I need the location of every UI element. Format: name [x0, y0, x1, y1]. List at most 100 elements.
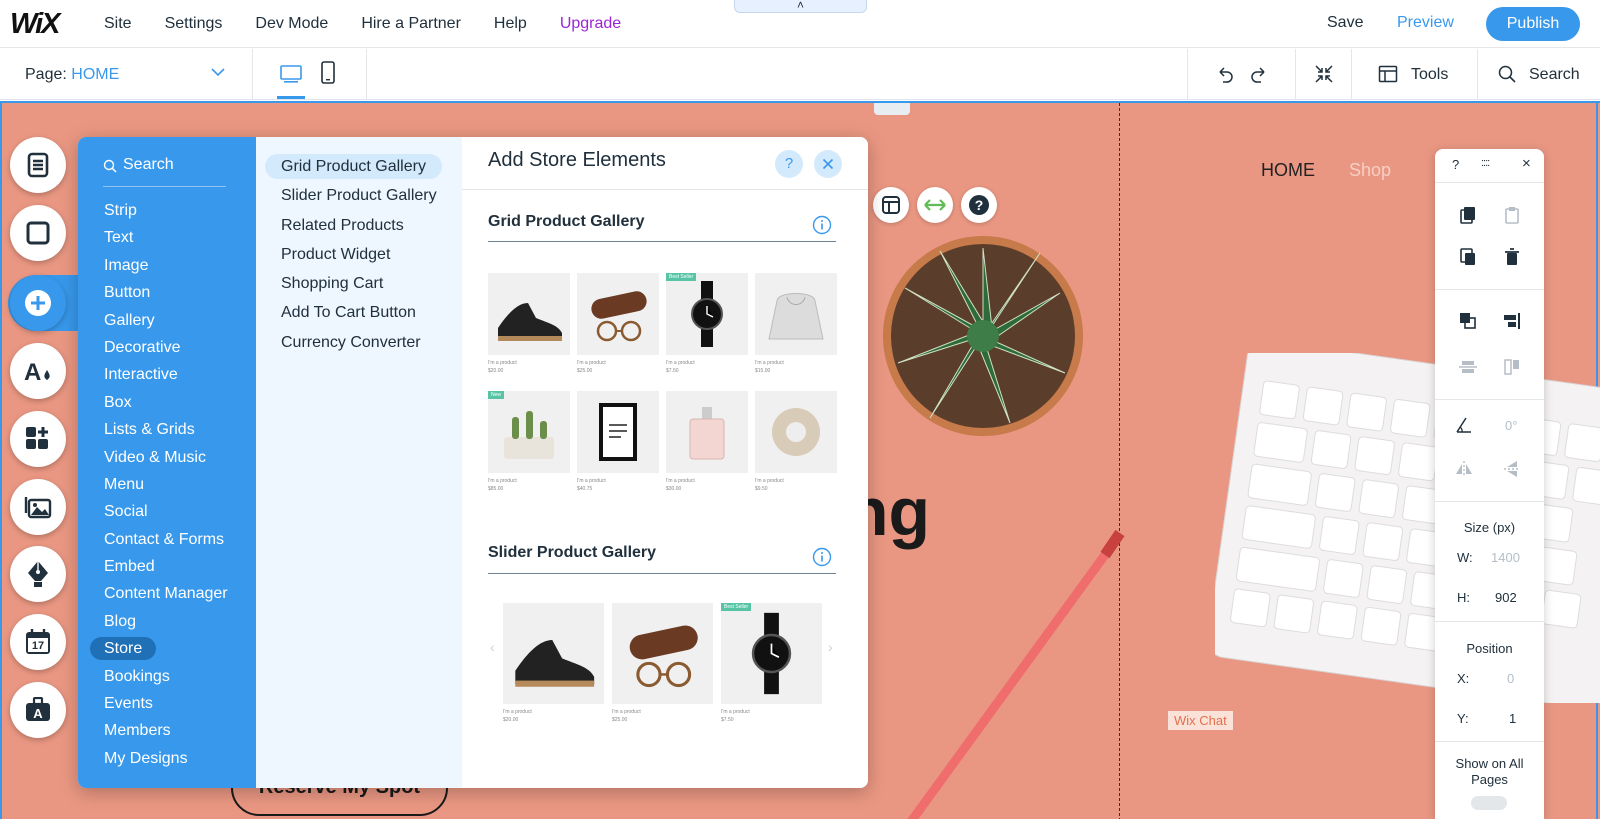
- delete-icon[interactable]: [1502, 247, 1522, 267]
- wix-logo[interactable]: WiX: [10, 8, 61, 41]
- category-embed[interactable]: Embed: [104, 553, 228, 580]
- search-button[interactable]: Search: [1529, 66, 1580, 84]
- menu-upgrade[interactable]: Upgrade: [560, 15, 621, 33]
- panel-close-button[interactable]: ×: [1522, 155, 1531, 172]
- align-icon[interactable]: [1502, 311, 1522, 331]
- help-icon[interactable]: ?: [961, 187, 997, 223]
- rotation-value[interactable]: 0°: [1505, 418, 1517, 433]
- subcategory-slider-product-gallery[interactable]: Slider Product Gallery: [267, 182, 442, 211]
- distribute-icon[interactable]: [1458, 357, 1478, 377]
- wix-chat-label[interactable]: Wix Chat: [1168, 711, 1233, 730]
- redo-icon[interactable]: [1249, 64, 1269, 84]
- menu-settings[interactable]: Settings: [165, 15, 223, 33]
- mobile-view-icon[interactable]: [319, 61, 337, 85]
- subcategory-grid-product-gallery[interactable]: Grid Product Gallery: [265, 153, 442, 182]
- category-video-music[interactable]: Video & Music: [104, 444, 228, 471]
- publish-button[interactable]: Publish: [1486, 7, 1580, 41]
- y-input[interactable]: 1: [1509, 711, 1516, 726]
- category-button[interactable]: Button: [104, 279, 228, 306]
- product-caption: I'm a product $25.00: [612, 709, 641, 723]
- arrange-icon[interactable]: [1458, 311, 1478, 331]
- category-interactive[interactable]: Interactive: [104, 361, 228, 388]
- bookings-tool[interactable]: 17: [10, 614, 66, 670]
- subcategory-currency-converter[interactable]: Currency Converter: [267, 329, 442, 358]
- site-nav-shop[interactable]: Shop: [1349, 160, 1391, 181]
- stretch-handle[interactable]: [874, 103, 910, 115]
- stretch-icon[interactable]: [917, 187, 953, 223]
- category-my-designs[interactable]: My Designs: [104, 745, 228, 772]
- match-size-icon[interactable]: [1502, 357, 1522, 377]
- category-menu[interactable]: Menu: [104, 471, 228, 498]
- width-input[interactable]: 1400: [1491, 550, 1520, 565]
- my-business-tool[interactable]: A: [10, 682, 66, 738]
- height-input[interactable]: 902: [1495, 590, 1517, 605]
- rotate-icon[interactable]: [1454, 415, 1474, 435]
- category-members[interactable]: Members: [104, 717, 228, 744]
- category-content-manager[interactable]: Content Manager: [104, 580, 228, 607]
- panel-help-button[interactable]: ?: [775, 150, 803, 178]
- panel-search-input[interactable]: Search: [103, 153, 226, 187]
- x-input[interactable]: 0: [1507, 671, 1514, 686]
- category-box[interactable]: Box: [104, 389, 228, 416]
- media-tool[interactable]: [10, 479, 66, 535]
- flip-vertical-icon[interactable]: [1502, 459, 1522, 479]
- paste-icon[interactable]: [1502, 205, 1522, 225]
- show-on-all-pages-toggle[interactable]: [1471, 796, 1507, 810]
- preview-button[interactable]: Preview: [1397, 14, 1454, 32]
- copy-icon[interactable]: [1458, 205, 1478, 225]
- page-selector[interactable]: Page: HOME: [25, 66, 119, 84]
- chevron-down-icon[interactable]: [210, 64, 226, 80]
- layout-icon[interactable]: [873, 187, 909, 223]
- divider: [252, 49, 253, 100]
- pages-tool[interactable]: [10, 137, 66, 193]
- menu-help[interactable]: Help: [494, 15, 527, 33]
- subcategory-add-to-cart-button[interactable]: Add To Cart Button: [267, 299, 442, 328]
- flip-horizontal-icon[interactable]: [1454, 459, 1474, 479]
- undo-icon[interactable]: [1215, 64, 1235, 84]
- add-tool[interactable]: [10, 275, 66, 331]
- info-icon[interactable]: [812, 215, 832, 235]
- collapse-topbar-button[interactable]: ˄: [734, 0, 867, 13]
- app-market-tool[interactable]: [10, 411, 66, 467]
- category-gallery[interactable]: Gallery: [104, 307, 228, 334]
- category-contact-forms[interactable]: Contact & Forms: [104, 526, 228, 553]
- menu-hire-a-partner[interactable]: Hire a Partner: [361, 15, 461, 33]
- subcategory-related-products[interactable]: Related Products: [267, 212, 442, 241]
- design-tool[interactable]: A: [10, 343, 66, 399]
- save-button[interactable]: Save: [1327, 14, 1363, 32]
- blog-tool[interactable]: [10, 546, 66, 602]
- subcategory-shopping-cart[interactable]: Shopping Cart: [267, 270, 442, 299]
- subcategory-product-widget[interactable]: Product Widget: [267, 241, 442, 270]
- pen-icon: [28, 561, 48, 587]
- site-nav-home[interactable]: HOME: [1261, 160, 1315, 181]
- panel-help-button[interactable]: ?: [1452, 157, 1459, 172]
- category-decorative[interactable]: Decorative: [104, 334, 228, 361]
- drag-handle[interactable]: ::::: [1481, 157, 1490, 169]
- category-strip[interactable]: Strip: [104, 197, 228, 224]
- tools-icon[interactable]: [1378, 64, 1398, 84]
- category-events[interactable]: Events: [104, 690, 228, 717]
- category-text[interactable]: Text: [104, 224, 228, 251]
- product-caption: I'm a product $20.00: [503, 709, 532, 723]
- category-lists-grids[interactable]: Lists & Grids: [104, 416, 228, 443]
- zoom-out-icon[interactable]: [1314, 64, 1334, 84]
- menu-site[interactable]: Site: [104, 15, 132, 33]
- y-label: Y:: [1457, 711, 1469, 726]
- category-bookings[interactable]: Bookings: [104, 663, 228, 690]
- height-label: H:: [1457, 590, 1470, 605]
- menu-dev-mode[interactable]: Dev Mode: [255, 15, 328, 33]
- pages-icon: [27, 152, 49, 178]
- search-icon[interactable]: [1497, 64, 1517, 84]
- category-store[interactable]: Store: [90, 635, 228, 662]
- info-icon[interactable]: [812, 547, 832, 567]
- category-social[interactable]: Social: [104, 498, 228, 525]
- tools-button[interactable]: Tools: [1411, 66, 1448, 84]
- background-tool[interactable]: [10, 205, 66, 261]
- desktop-view-icon[interactable]: [280, 63, 302, 85]
- divider: [1351, 49, 1352, 100]
- category-blog[interactable]: Blog: [104, 608, 228, 635]
- panel-close-button[interactable]: [814, 150, 842, 178]
- floating-element-tools: ?: [873, 187, 997, 223]
- duplicate-icon[interactable]: [1458, 247, 1478, 267]
- category-image[interactable]: Image: [104, 252, 228, 279]
